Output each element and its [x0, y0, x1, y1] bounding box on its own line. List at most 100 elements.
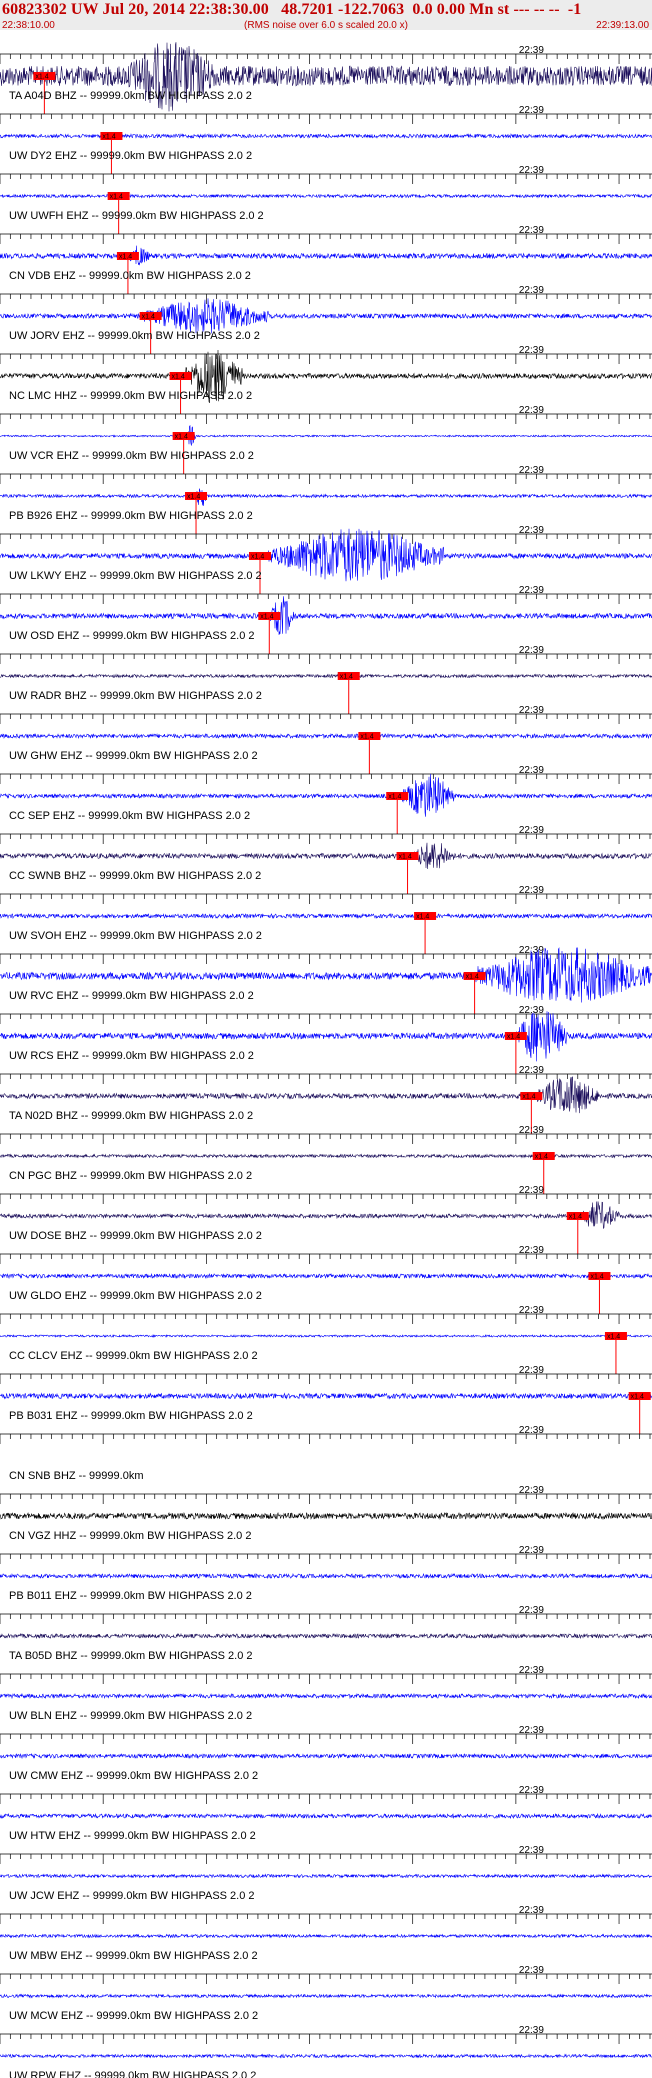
- waveform-trace: [0, 673, 652, 679]
- trace-label: UW BLN EHZ -- 99999.0km BW HIGHPASS 2.0 …: [9, 1710, 252, 1722]
- waveform-trace: [0, 424, 652, 446]
- trace-label: UW RPW EHZ -- 99999.0km BW HIGHPASS 2.0 …: [9, 2070, 256, 2078]
- pick-label: x1.4: [175, 434, 188, 441]
- waveform-trace: [0, 2053, 652, 2059]
- minute-tick-label: 22:39: [519, 645, 544, 656]
- trace-label: UW GLDO EHZ -- 99999.0km BW HIGHPASS 2.0…: [9, 1290, 262, 1302]
- trace-label: CN PGC BHZ -- 99999.0km BW HIGHPASS 2.0 …: [9, 1170, 252, 1182]
- minute-tick-label: 22:39: [519, 225, 544, 236]
- pick-label: x1.4: [142, 314, 155, 321]
- trace-label: UW JCW EHZ -- 99999.0km BW HIGHPASS 2.0 …: [9, 1890, 255, 1902]
- waveform-trace: [0, 1511, 652, 1521]
- trace-label: PB B011 EHZ -- 99999.0km BW HIGHPASS 2.0…: [9, 1590, 252, 1602]
- minute-tick-label: 22:39: [519, 1665, 544, 1676]
- seismogram-plot: 22:39 x1.4 TA A04D BHZ -- 99999.0km BW HIG…: [0, 42, 652, 2078]
- trace-label: NC LMC HHZ -- 99999.0km BW HIGHPASS 2.0 …: [9, 390, 252, 402]
- minute-tick-label: 22:39: [519, 705, 544, 716]
- waveform-trace: [0, 1812, 652, 1820]
- pick-label: x1.4: [522, 1094, 535, 1101]
- minute-tick-label: 22:39: [519, 165, 544, 176]
- trace-label: UW DY2 EHZ -- 99999.0km BW HIGHPASS 2.0 …: [9, 150, 252, 162]
- minute-tick-label: 22:39: [519, 1605, 544, 1616]
- waveform-trace: [0, 1272, 652, 1280]
- minute-tick-label: 22:39: [519, 1845, 544, 1856]
- pick-label: x1.4: [607, 1334, 620, 1341]
- trace-label: UW MBW EHZ -- 99999.0km BW HIGHPASS 2.0 …: [9, 1950, 258, 1962]
- waveform-trace: [0, 1201, 652, 1229]
- trace-label: UW HTW EHZ -- 99999.0km BW HIGHPASS 2.0 …: [9, 1830, 256, 1842]
- minute-tick-label: 22:39: [519, 1185, 544, 1196]
- pick-label: x1.4: [251, 554, 264, 561]
- waveform-trace: [0, 1572, 652, 1580]
- pick-label: x1.4: [507, 1034, 520, 1041]
- minute-tick-label: 22:39: [519, 405, 544, 416]
- pick-label: x1.4: [569, 1214, 582, 1221]
- trace-label: UW CMW EHZ -- 99999.0km BW HIGHPASS 2.0 …: [9, 1770, 258, 1782]
- minute-tick-label: 22:39: [519, 885, 544, 896]
- trace-label: UW JORV EHZ -- 99999.0km BW HIGHPASS 2.0…: [9, 330, 260, 342]
- trace-label: UW UWFH EHZ -- 99999.0km BW HIGHPASS 2.0…: [9, 210, 264, 222]
- trace-label: TA A04D BHZ -- 99999.0km BW HIGHPASS 2.0…: [9, 90, 252, 102]
- trace-label: PB B031 EHZ -- 99999.0km BW HIGHPASS 2.0…: [9, 1410, 253, 1422]
- event-title: 60823302 UW Jul 20, 2014 22:38:30.00 48.…: [2, 1, 582, 18]
- waveform-trace: [0, 732, 652, 740]
- minute-tick-label: 22:39: [519, 1545, 544, 1556]
- minute-tick-label: 22:39: [519, 1125, 544, 1136]
- minute-tick-label: 22:39: [519, 465, 544, 476]
- pick-label: x1.4: [102, 134, 115, 141]
- trace-label: PB B926 EHZ -- 99999.0km BW HIGHPASS 2.0…: [9, 510, 253, 522]
- minute-tick-label: 22:39: [519, 45, 544, 56]
- trace-label: UW RADR BHZ -- 99999.0km BW HIGHPASS 2.0…: [9, 690, 262, 702]
- waveform-trace: [0, 1752, 652, 1760]
- pick-label: x1.4: [535, 1154, 548, 1161]
- pick-label: x1.4: [631, 1394, 644, 1401]
- minute-tick-label: 22:39: [519, 1005, 544, 1016]
- minute-tick-label: 22:39: [519, 345, 544, 356]
- waveform-trace: [0, 1392, 652, 1400]
- pick-label: x1.4: [110, 194, 123, 201]
- pick-label: x1.4: [340, 674, 353, 681]
- trace-label: TA B05D BHZ -- 99999.0km BW HIGHPASS 2.0…: [9, 1650, 253, 1662]
- trace-label: UW RCS EHZ -- 99999.0km BW HIGHPASS 2.0 …: [9, 1050, 254, 1062]
- waveform-trace: [0, 912, 652, 920]
- minute-tick-label: 22:39: [519, 1305, 544, 1316]
- minute-tick-label: 22:39: [519, 765, 544, 776]
- minute-tick-label: 22:39: [519, 1485, 544, 1496]
- minute-tick-label: 22:39: [519, 1365, 544, 1376]
- waveform-trace: [0, 245, 652, 266]
- trace-label: UW OSD EHZ -- 99999.0km BW HIGHPASS 2.0 …: [9, 630, 255, 642]
- trace-label: CC SWNB BHZ -- 99999.0km BW HIGHPASS 2.0…: [9, 870, 261, 882]
- record-header: 60823302 UW Jul 20, 2014 22:38:30.00 48.…: [0, 0, 652, 31]
- trace-label: CN VDB EHZ -- 99999.0km BW HIGHPASS 2.0 …: [9, 270, 251, 282]
- waveform-trace: [0, 193, 652, 199]
- trace-label: UW GHW EHZ -- 99999.0km BW HIGHPASS 2.0 …: [9, 750, 258, 762]
- trace-label: UW SVOH EHZ -- 99999.0km BW HIGHPASS 2.0…: [9, 930, 262, 942]
- waveform-trace: [0, 1632, 652, 1640]
- waveform-trace: [0, 1333, 652, 1339]
- pick-label: x1.4: [172, 374, 185, 381]
- trace-label: UW MCW EHZ -- 99999.0km BW HIGHPASS 2.0 …: [9, 2010, 258, 2022]
- minute-tick-label: 22:39: [519, 1725, 544, 1736]
- trace-label: CC SEP EHZ -- 99999.0km BW HIGHPASS 2.0 …: [9, 810, 250, 822]
- trace-label: TA N02D BHZ -- 99999.0km BW HIGHPASS 2.0…: [9, 1110, 253, 1122]
- minute-tick-label: 22:39: [519, 1065, 544, 1076]
- minute-tick-label: 22:39: [519, 585, 544, 596]
- pick-label: x1.4: [35, 74, 48, 81]
- waveform-trace: [0, 1873, 652, 1879]
- minute-tick-label: 22:39: [519, 2025, 544, 2036]
- waveform-trace: [0, 1692, 652, 1700]
- pick-label: x1.4: [388, 794, 401, 801]
- trace-label: UW VCR EHZ -- 99999.0km BW HIGHPASS 2.0 …: [9, 450, 254, 462]
- minute-tick-label: 22:39: [519, 1905, 544, 1916]
- trace-label: CN VGZ HHZ -- 99999.0km BW HIGHPASS 2.0 …: [9, 1530, 251, 1542]
- minute-tick-label: 22:39: [519, 105, 544, 116]
- pick-label: x1.4: [399, 854, 412, 861]
- waveform-trace: [0, 298, 652, 334]
- pick-label: x1.4: [260, 614, 273, 621]
- trace-label: UW LKWY EHZ -- 99999.0km BW HIGHPASS 2.0…: [9, 570, 262, 582]
- trace-label: UW RVC EHZ -- 99999.0km BW HIGHPASS 2.0 …: [9, 990, 254, 1002]
- pick-label: x1.4: [416, 914, 429, 921]
- trace-label: CN SNB BHZ -- 99999.0km: [9, 1470, 143, 1482]
- trace-label: CC CLCV EHZ -- 99999.0km BW HIGHPASS 2.0…: [9, 1350, 258, 1362]
- waveform-trace: [0, 842, 652, 870]
